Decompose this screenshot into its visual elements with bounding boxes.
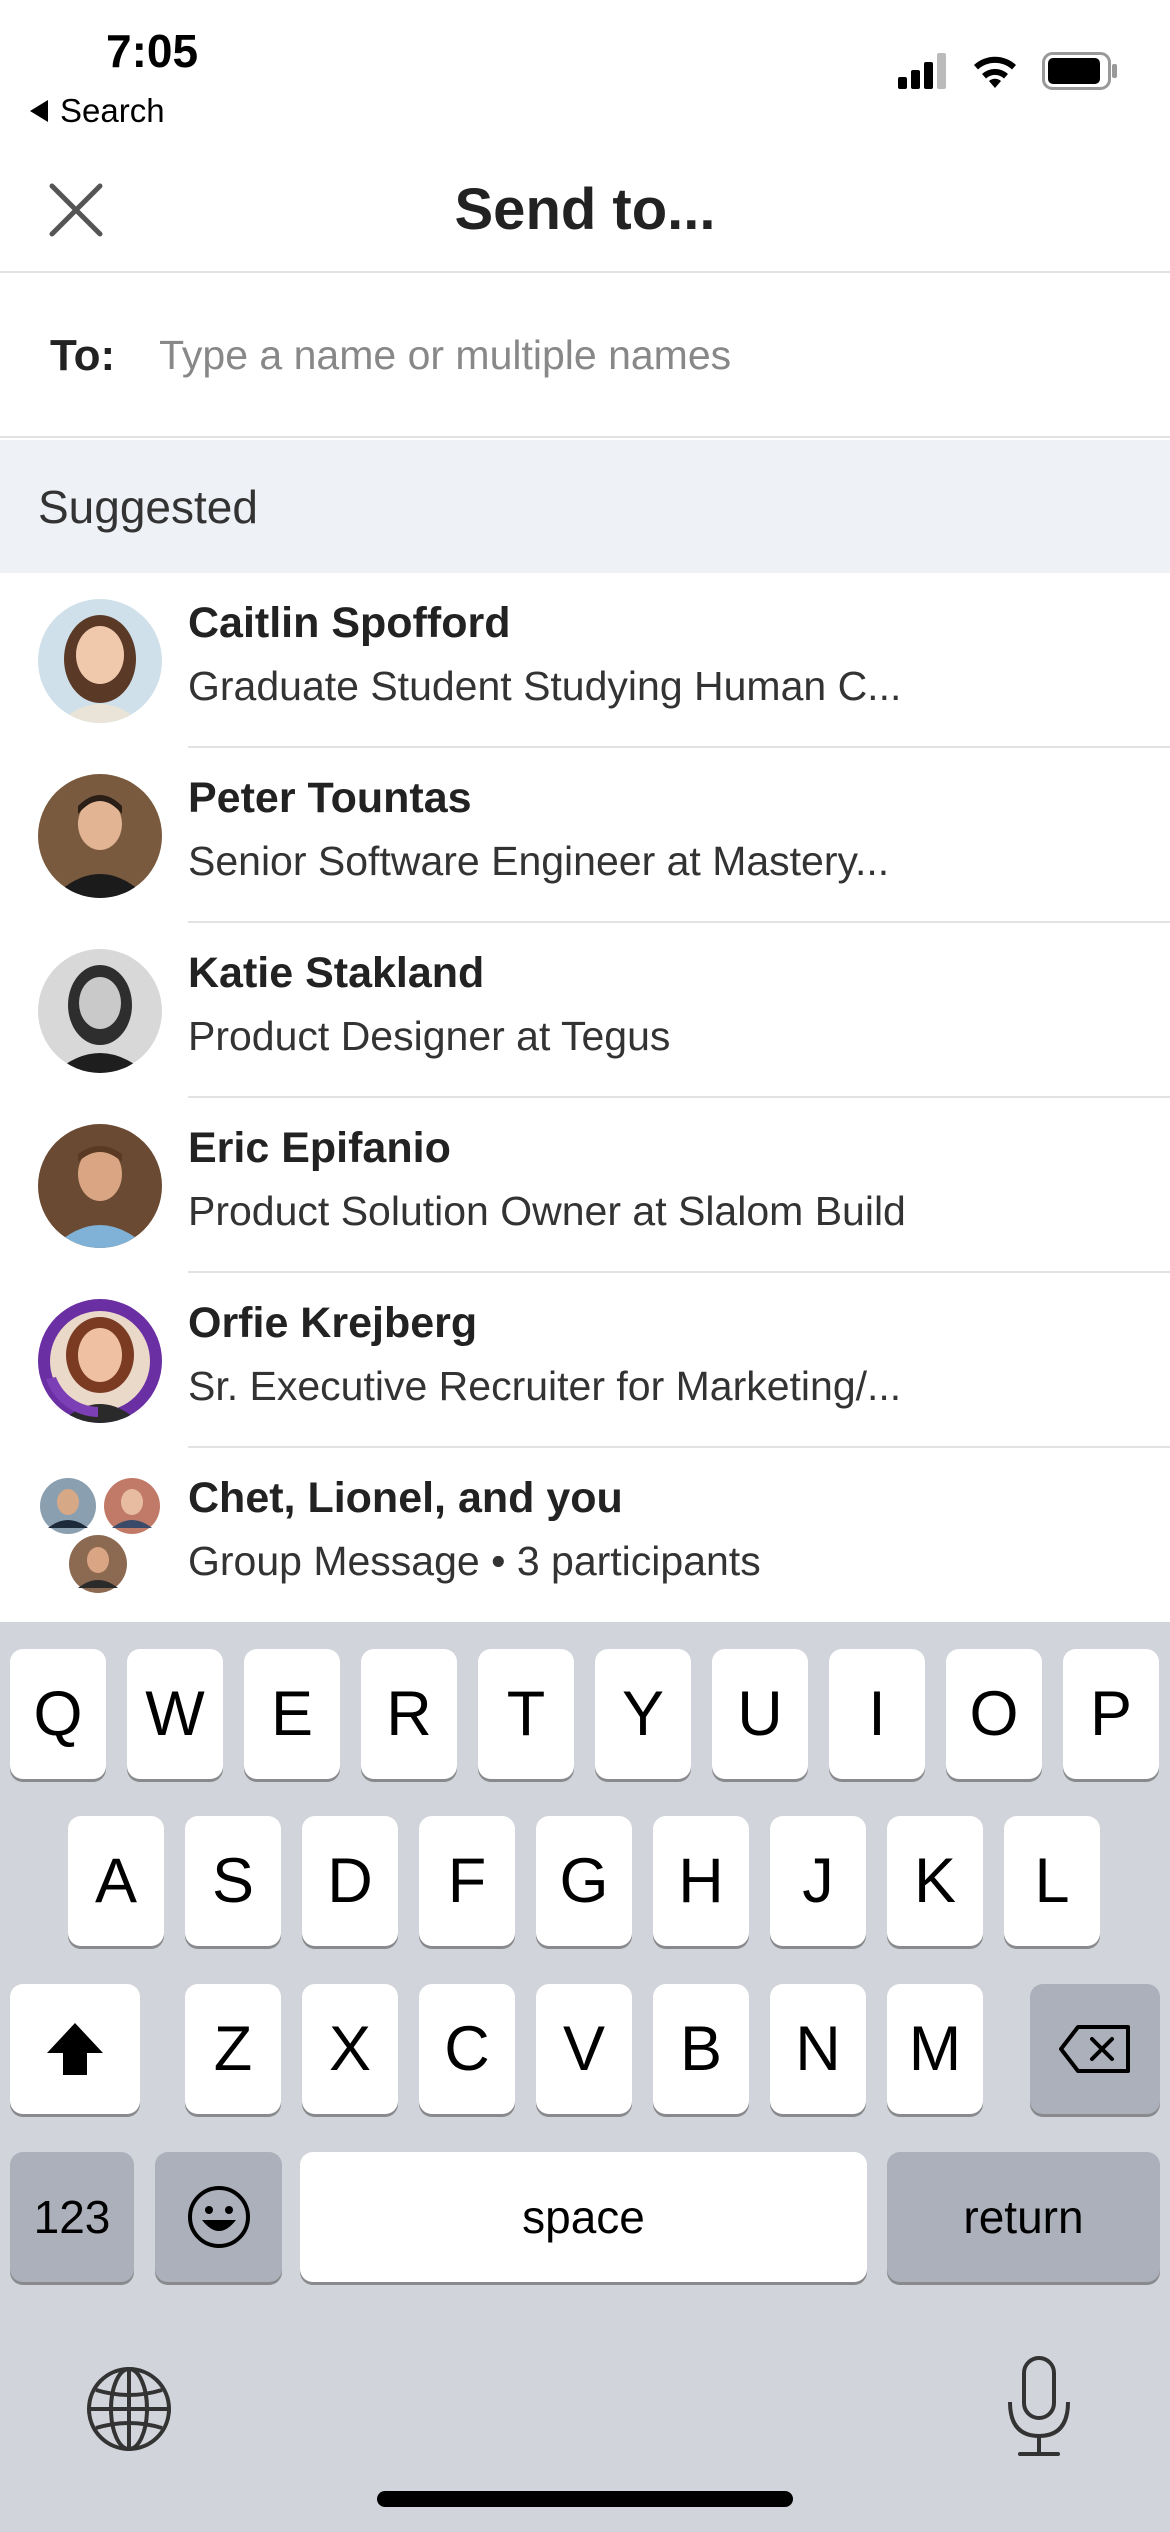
contact-headline: Product Solution Owner at Slalom Build <box>188 1188 906 1234</box>
suggested-title: Suggested <box>38 480 258 533</box>
group-avatar <box>38 1474 162 1598</box>
key-y[interactable]: Y <box>595 1649 691 1779</box>
contact-row[interactable]: Peter Tountas Senior Software Engineer a… <box>0 748 1170 923</box>
suggested-contact-list: Caitlin Spofford Graduate Student Studyi… <box>0 573 1170 1623</box>
key-r[interactable]: R <box>361 1649 457 1779</box>
space-key[interactable]: space <box>300 2152 867 2282</box>
battery-icon <box>1042 52 1117 90</box>
key-o[interactable]: O <box>946 1649 1042 1779</box>
key-b[interactable]: B <box>653 1984 749 2114</box>
key-n[interactable]: N <box>770 1984 866 2114</box>
keyboard: Q W E R T Y U I O P A S D F G H J K L Z … <box>0 1622 1170 2532</box>
recipient-search-input[interactable] <box>159 332 1110 379</box>
key-k[interactable]: K <box>887 1816 983 1946</box>
contact-headline: Sr. Executive Recruiter for Marketing/..… <box>188 1363 902 1409</box>
return-key[interactable]: return <box>887 2152 1160 2282</box>
status-time: 7:05 <box>106 25 199 77</box>
key-m[interactable]: M <box>887 1984 983 2114</box>
delete-key[interactable] <box>1030 1984 1160 2114</box>
header: Send to... <box>0 140 1170 273</box>
dictation-button[interactable] <box>994 2352 1084 2462</box>
back-arrow-icon <box>30 100 48 122</box>
key-e[interactable]: E <box>244 1649 340 1779</box>
contact-name: Caitlin Spofford <box>188 599 511 647</box>
globe-button[interactable] <box>82 2362 176 2456</box>
contact-headline: Product Designer at Tegus <box>188 1013 671 1059</box>
shift-icon <box>47 2023 103 2075</box>
key-j[interactable]: J <box>770 1816 866 1946</box>
key-a[interactable]: A <box>68 1816 164 1946</box>
contact-name: Orfie Krejberg <box>188 1299 478 1347</box>
key-t[interactable]: T <box>478 1649 574 1779</box>
delete-icon <box>1059 2025 1130 2073</box>
contact-headline: Graduate Student Studying Human C... <box>188 663 902 709</box>
key-l[interactable]: L <box>1004 1816 1100 1946</box>
avatar <box>38 1299 162 1423</box>
numbers-key[interactable]: 123 <box>10 2152 134 2282</box>
page-title: Send to... <box>454 177 716 242</box>
to-label: To: <box>50 330 116 380</box>
key-s[interactable]: S <box>185 1816 281 1946</box>
key-d[interactable]: D <box>302 1816 398 1946</box>
key-v[interactable]: V <box>536 1984 632 2114</box>
microphone-icon <box>1008 2356 1070 2456</box>
key-i[interactable]: I <box>829 1649 925 1779</box>
contact-name: Chet, Lionel, and you <box>188 1474 623 1522</box>
key-u[interactable]: U <box>712 1649 808 1779</box>
key-h[interactable]: H <box>653 1816 749 1946</box>
key-z[interactable]: Z <box>185 1984 281 2114</box>
avatar <box>38 774 162 898</box>
key-f[interactable]: F <box>419 1816 515 1946</box>
status-icons <box>898 52 1118 90</box>
wifi-icon <box>974 56 1016 88</box>
key-x[interactable]: X <box>302 1984 398 2114</box>
contact-row[interactable]: Chet, Lionel, and you Group Message • 3 … <box>0 1448 1170 1623</box>
cellular-signal-icon <box>898 53 946 89</box>
key-q[interactable]: Q <box>10 1649 106 1779</box>
globe-icon <box>87 2367 171 2451</box>
to-row: To: <box>0 275 1170 438</box>
contact-row[interactable]: Katie Stakland Product Designer at Tegus <box>0 923 1170 1098</box>
contact-row[interactable]: Eric Epifanio Product Solution Owner at … <box>0 1098 1170 1273</box>
avatar <box>38 599 162 723</box>
contact-headline: Senior Software Engineer at Mastery... <box>188 838 890 884</box>
contact-name: Peter Tountas <box>188 774 472 822</box>
emoji-key[interactable] <box>155 2152 282 2282</box>
contact-headline: Group Message • 3 participants <box>188 1538 761 1584</box>
emoji-icon <box>187 2186 250 2248</box>
back-label: Search <box>60 92 165 129</box>
key-w[interactable]: W <box>127 1649 223 1779</box>
key-p[interactable]: P <box>1063 1649 1159 1779</box>
key-g[interactable]: G <box>536 1816 632 1946</box>
status-bar: 7:05 Search <box>0 0 1170 140</box>
avatar <box>38 949 162 1073</box>
contact-name: Katie Stakland <box>188 949 485 997</box>
back-to-search-link[interactable]: Search <box>30 92 165 130</box>
avatar <box>38 1124 162 1248</box>
contact-row[interactable]: Orfie Krejberg Sr. Executive Recruiter f… <box>0 1273 1170 1448</box>
key-c[interactable]: C <box>419 1984 515 2114</box>
contact-name: Eric Epifanio <box>188 1124 451 1172</box>
home-indicator <box>377 2491 793 2507</box>
shift-key[interactable] <box>10 1984 140 2114</box>
suggested-section-header: Suggested <box>0 440 1170 573</box>
contact-row[interactable]: Caitlin Spofford Graduate Student Studyi… <box>0 573 1170 748</box>
